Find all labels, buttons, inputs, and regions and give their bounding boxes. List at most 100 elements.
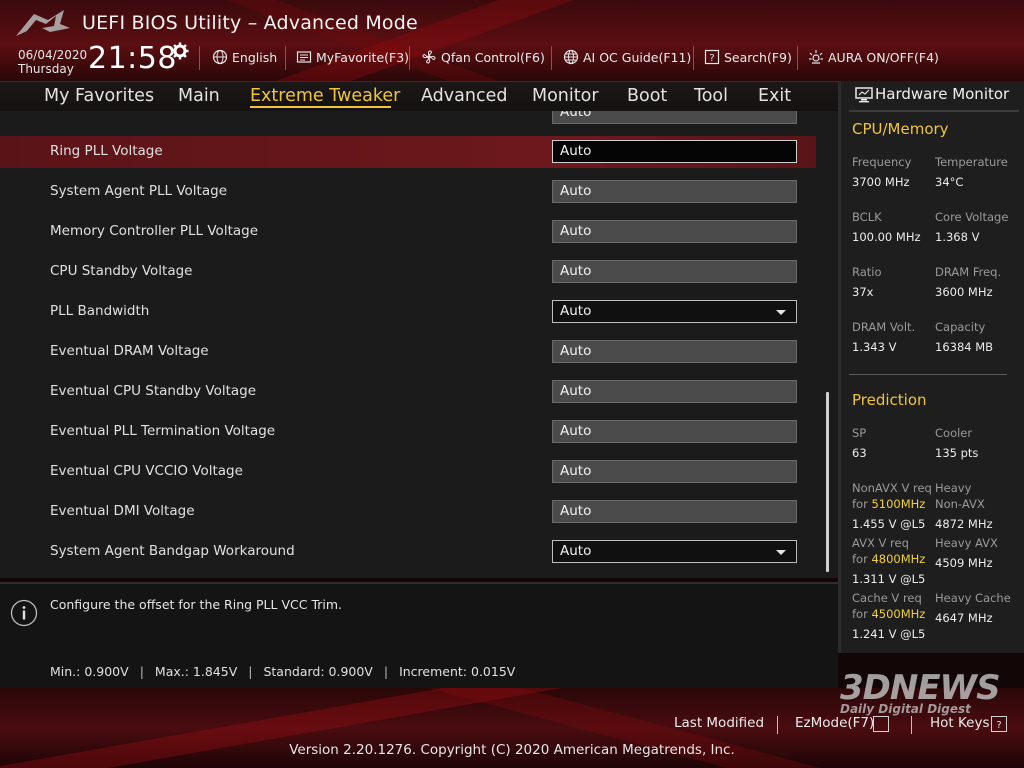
frequency-label: Frequency <box>852 155 912 169</box>
tab-extreme-tweaker[interactable]: Extreme Tweaker <box>250 86 400 106</box>
caret-down-icon <box>776 310 786 315</box>
aura-toggle-button[interactable]: AURA ON/OFF(F4) <box>808 46 939 68</box>
header-divider <box>199 46 200 70</box>
bclk-value: 100.00 MHz <box>852 230 921 244</box>
search-button[interactable]: ? Search(F9) <box>704 46 792 68</box>
limits-divider: | <box>139 664 144 679</box>
qfan-control-label: Qfan Control(F6) <box>441 49 545 65</box>
footer-divider <box>777 716 778 734</box>
date-text: 06/04/2020 <box>18 48 88 62</box>
svg-text:?: ? <box>996 720 1001 731</box>
setting-label: Ring PLL Voltage <box>50 143 163 159</box>
hw-divider <box>849 374 1007 375</box>
last-modified-button[interactable]: Last Modified <box>674 715 764 731</box>
help-question-icon[interactable]: ? <box>991 716 1007 732</box>
dram-volt-value: 1.343 V <box>852 340 897 354</box>
avx-for-label: for 4800MHz <box>852 552 925 566</box>
settings-row-pll-bandwidth[interactable]: PLL Bandwidth Auto <box>0 296 816 328</box>
cooler-label: Cooler <box>935 426 973 440</box>
temperature-value: 34°C <box>935 175 964 189</box>
heavy-avx-value: 4509 MHz <box>935 556 993 570</box>
setting-label: Eventual DMI Voltage <box>50 503 195 519</box>
aura-toggle-label: AURA ON/OFF(F4) <box>828 49 939 65</box>
setting-label: CPU Standby Voltage <box>50 263 193 279</box>
cache-for-label: for 4500MHz <box>852 607 925 621</box>
settings-scrollbar[interactable] <box>826 392 829 572</box>
core-voltage-value: 1.368 V <box>935 230 980 244</box>
help-panel: Configure the offset for the Ring PLL VC… <box>0 582 838 688</box>
hw-monitor-title: Hardware Monitor <box>875 85 1010 103</box>
header-divider <box>797 46 798 70</box>
qfan-control-button[interactable]: Qfan Control(F6) <box>421 46 545 68</box>
cooler-value: 135 pts <box>935 446 979 460</box>
settings-row-memory-controller-pll-voltage[interactable]: Memory Controller PLL Voltage Auto <box>0 216 816 248</box>
setting-dropdown[interactable]: Auto <box>552 300 797 323</box>
for-text: for <box>852 552 868 566</box>
setting-value-field[interactable]: Auto <box>552 380 797 403</box>
settings-row-system-agent-pll-voltage[interactable]: System Agent PLL Voltage Auto <box>0 176 816 208</box>
header-divider <box>551 46 552 70</box>
language-label: English <box>232 49 278 65</box>
setting-value-field[interactable]: Auto <box>552 460 797 483</box>
setting-value-field[interactable]: Auto <box>552 500 797 523</box>
ai-oc-guide-button[interactable]: AI OC Guide(F11) <box>563 46 691 68</box>
tab-main[interactable]: Main <box>178 86 220 106</box>
setting-value-field[interactable]: Auto <box>552 220 797 243</box>
heavy-avx-label: Heavy AVX <box>935 536 998 550</box>
header-divider <box>285 46 286 70</box>
dropdown-value: Auto <box>560 303 592 319</box>
caret-down-icon <box>776 550 786 555</box>
search-label: Search(F9) <box>724 49 792 65</box>
setting-value-field[interactable]: Auto <box>552 111 797 124</box>
max-value: Max.: 1.845V <box>154 664 238 679</box>
frequency-value: 3700 MHz <box>852 175 910 189</box>
cache-vreq-label: Cache V req <box>852 591 922 605</box>
for-text: for <box>852 607 868 621</box>
setting-dropdown[interactable]: Auto <box>552 540 797 563</box>
clock-settings-icon[interactable] <box>171 42 189 60</box>
tab-tool[interactable]: Tool <box>694 86 728 106</box>
ezmode-button[interactable]: EzMode(F7) <box>795 715 874 731</box>
settings-row-partial[interactable]: Auto <box>0 111 816 129</box>
ai-oc-guide-label: AI OC Guide(F11) <box>583 49 692 65</box>
setting-value-field[interactable]: Auto <box>552 180 797 203</box>
limits-divider: | <box>383 664 389 679</box>
tab-monitor[interactable]: Monitor <box>532 86 599 106</box>
sp-label: SP <box>852 426 867 440</box>
setting-label: System Agent Bandgap Workaround <box>50 543 295 559</box>
settings-row-eventual-cpu-standby-voltage[interactable]: Eventual CPU Standby Voltage Auto <box>0 376 816 408</box>
settings-row-ring-pll-voltage[interactable]: Ring PLL Voltage Auto <box>0 136 816 168</box>
increment-value: Increment: 0.015V <box>399 664 516 679</box>
setting-value-field[interactable]: Auto <box>552 140 797 163</box>
avx-vreq-value: 1.311 V @L5 <box>852 572 926 586</box>
settings-row-eventual-pll-termination-voltage[interactable]: Eventual PLL Termination Voltage Auto <box>0 416 816 448</box>
header-divider <box>409 46 410 70</box>
tab-boot[interactable]: Boot <box>627 86 667 106</box>
myfavorite-label: MyFavorite(F3) <box>316 49 410 65</box>
settings-row-eventual-dram-voltage[interactable]: Eventual DRAM Voltage Auto <box>0 336 816 368</box>
nonavx-vreq-label: NonAVX V req <box>852 481 932 495</box>
settings-row-eventual-dmi-voltage[interactable]: Eventual DMI Voltage Auto <box>0 496 816 528</box>
settings-row-eventual-cpu-vccio-voltage[interactable]: Eventual CPU VCCIO Voltage Auto <box>0 456 816 488</box>
search-help-icon: ? <box>704 49 720 65</box>
core-voltage-label: Core Voltage <box>935 210 1009 224</box>
settings-row-cpu-standby-voltage[interactable]: CPU Standby Voltage Auto <box>0 256 816 288</box>
hot-keys-button[interactable]: Hot Keys <box>930 715 990 731</box>
ratio-label: Ratio <box>852 265 882 279</box>
heavy-nonavx-label-2: Non-AVX <box>935 497 985 511</box>
tab-exit[interactable]: Exit <box>758 86 791 106</box>
globe-icon <box>212 49 228 65</box>
language-button[interactable]: English <box>212 46 277 68</box>
nonavx-for-label: for 5100MHz <box>852 497 925 511</box>
settings-row-system-agent-bandgap-workaround[interactable]: System Agent Bandgap Workaround Auto <box>0 536 816 568</box>
setting-value-field[interactable]: Auto <box>552 340 797 363</box>
tab-my-favorites[interactable]: My Favorites <box>44 86 154 106</box>
setting-value-field[interactable]: Auto <box>552 420 797 443</box>
setting-value-field[interactable]: Auto <box>552 260 797 283</box>
heavy-nonavx-value: 4872 MHz <box>935 517 993 531</box>
myfavorite-button[interactable]: MyFavorite(F3) <box>296 46 409 68</box>
clock-time: 21:58 <box>88 41 177 76</box>
nonavx-vreq-value: 1.455 V @L5 <box>852 517 926 531</box>
tab-advanced[interactable]: Advanced <box>421 86 507 106</box>
main-menu-bar: My Favorites Main Extreme Tweaker Advanc… <box>0 81 838 111</box>
